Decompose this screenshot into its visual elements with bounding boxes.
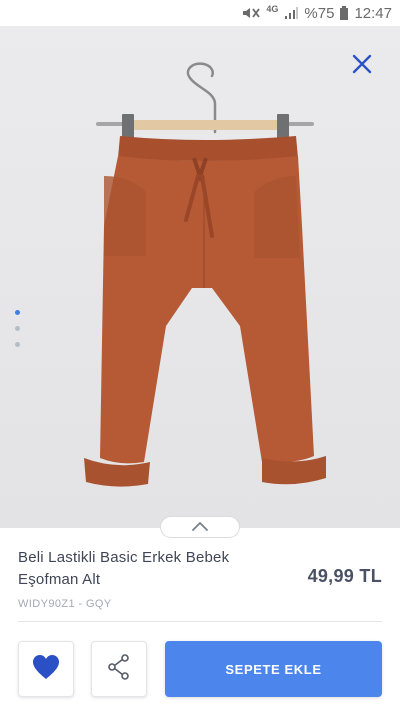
product-sku: WIDY90Z1 - GQY [18,598,112,610]
battery-level: %75 [304,4,335,22]
chevron-up-icon [191,518,209,536]
network-type: 4G [266,4,279,14]
battery-icon [340,6,349,20]
add-to-cart-button[interactable]: SEPETE EKLE [165,641,382,697]
product-image-gallery[interactable] [0,26,400,528]
product-image [84,62,326,487]
close-button[interactable] [348,52,376,80]
pager-dot[interactable] [15,326,20,331]
image-pager[interactable] [15,310,20,347]
share-icon [107,653,131,685]
status-bar: 4G %75 12:47 [0,0,400,26]
favorite-button[interactable] [18,641,74,697]
signal-icon [284,6,299,20]
pager-dot[interactable] [15,310,20,315]
pager-dot[interactable] [15,342,20,347]
clock: 12:47 [354,4,392,22]
heart-icon [32,654,60,685]
mute-icon [240,6,261,20]
product-title: Beli Lastikli Basic Erkek Bebek Eşofman … [18,549,230,588]
share-button[interactable] [91,641,147,697]
close-icon [352,54,372,79]
product-price: 49,99 TL [307,566,382,586]
expand-details-handle[interactable] [160,516,240,538]
divider [18,621,382,622]
